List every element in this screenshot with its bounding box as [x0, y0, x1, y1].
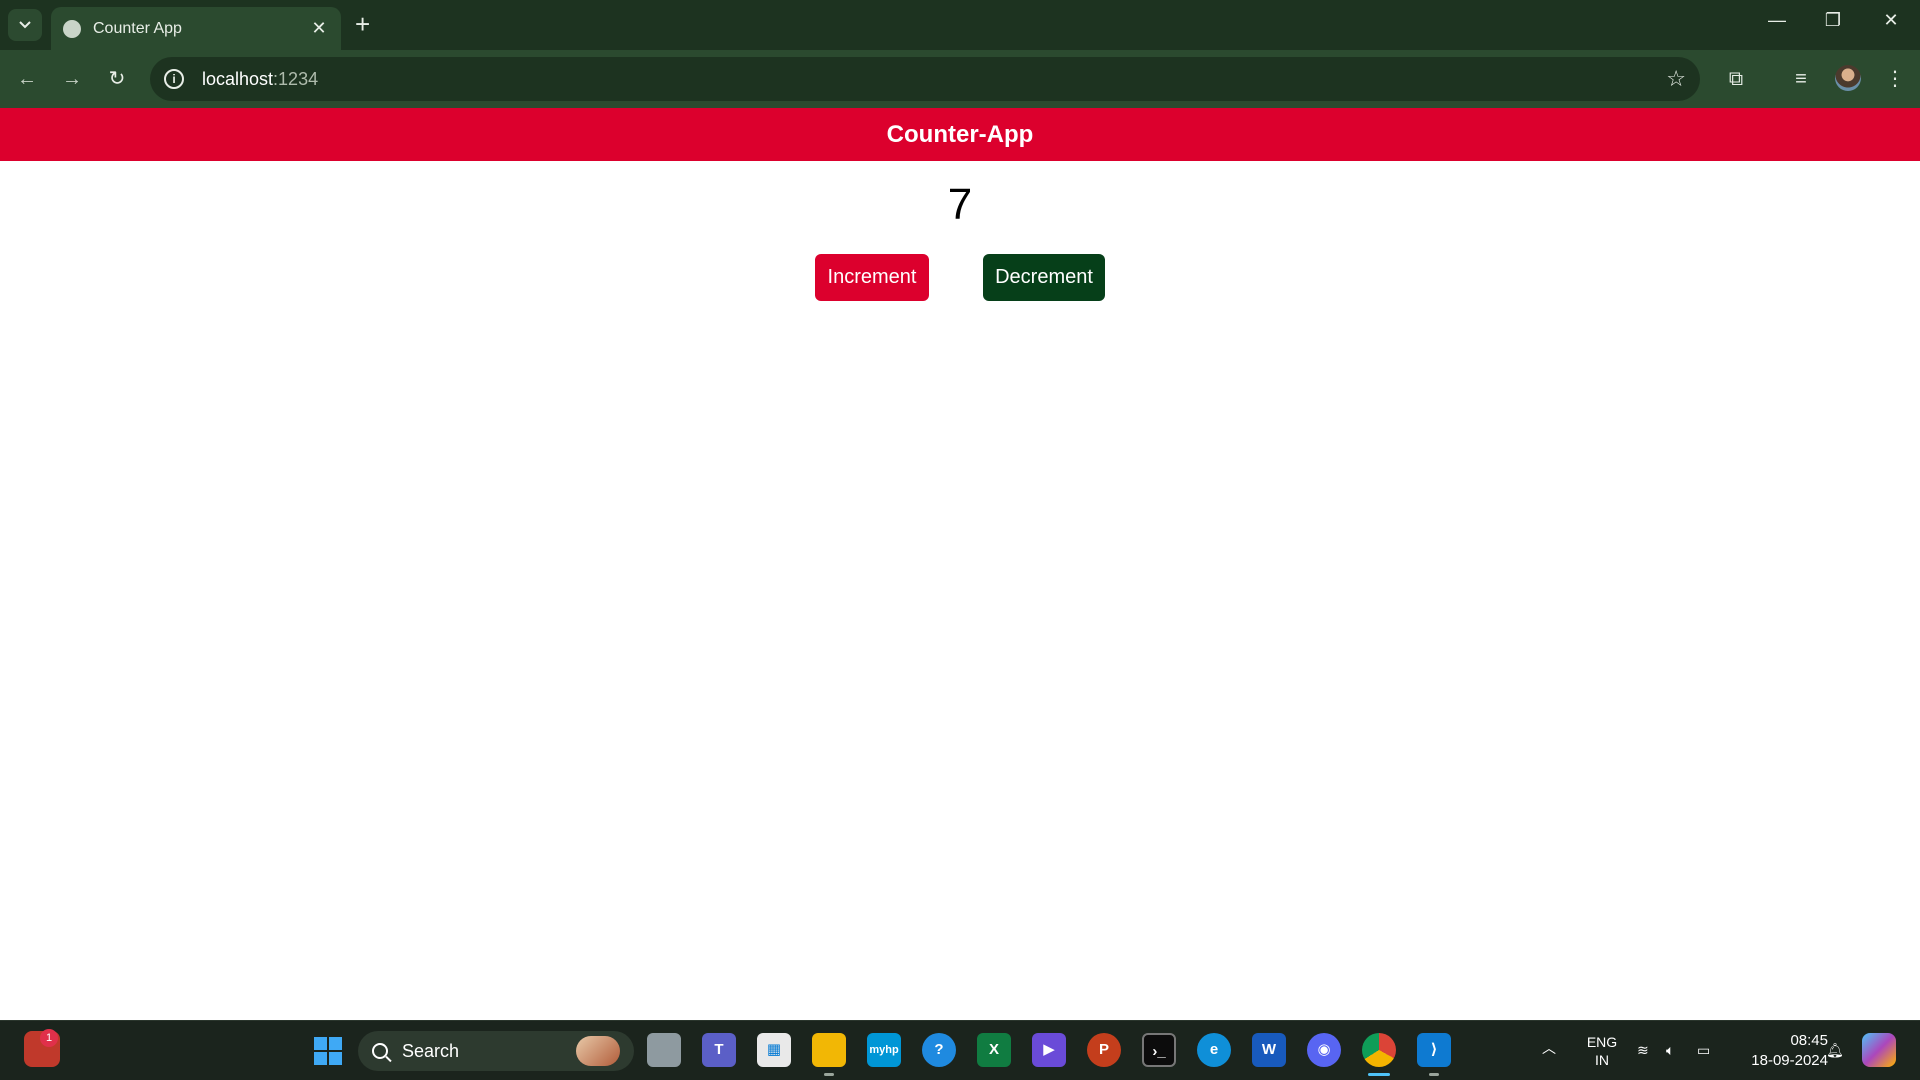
start-icon[interactable] [310, 1033, 344, 1067]
profile-avatar[interactable] [1835, 65, 1861, 91]
running-indicator-vscode [1429, 1073, 1439, 1076]
tab-search-button[interactable] [8, 9, 42, 41]
vscode-icon[interactable]: ⟩ [1417, 1033, 1451, 1067]
restore-icon[interactable]: ❐ [1818, 10, 1848, 31]
address-bar[interactable]: i localhost:1234 ☆ [150, 57, 1700, 101]
powerpoint-icon[interactable]: P [1087, 1033, 1121, 1067]
taskbar: 1 Search T ▦ myhp ? X ▶ P ›_ e W ◉ ⟩ ︿ E… [0, 1020, 1920, 1080]
discord-icon[interactable]: ◉ [1307, 1033, 1341, 1067]
search-icon [372, 1043, 388, 1059]
decrement-button[interactable]: Decrement [983, 254, 1105, 301]
clock-time: 08:45 [1790, 1032, 1828, 1049]
tab-strip: Counter App ✕ + — ❐ ✕ [0, 0, 1920, 50]
myhp-icon[interactable]: myhp [867, 1033, 901, 1067]
task-view-icon[interactable] [647, 1033, 681, 1067]
search-label: Search [402, 1040, 460, 1061]
store-icon[interactable]: ▦ [757, 1033, 791, 1067]
taskbar-search[interactable]: Search [358, 1031, 634, 1071]
increment-button[interactable]: Increment [815, 254, 929, 301]
url-port: :1234 [273, 68, 319, 89]
active-app-indicator [1368, 1073, 1390, 1076]
wifi-icon[interactable]: ≋ [1637, 1041, 1649, 1059]
tab-counter-app[interactable]: Counter App ✕ [51, 7, 341, 50]
window-close-icon[interactable]: ✕ [1876, 10, 1906, 31]
running-indicator [824, 1073, 834, 1076]
terminal-icon[interactable]: ›_ [1142, 1033, 1176, 1067]
site-info-icon[interactable]: i [164, 69, 184, 89]
teams-icon[interactable]: T [702, 1033, 736, 1067]
copilot-pre-icon[interactable] [1862, 1033, 1896, 1067]
extensions-icon[interactable]: ⧉ [1721, 64, 1751, 94]
lang-top: ENG [1586, 1034, 1618, 1050]
browser-chrome: Counter App ✕ + — ❐ ✕ ← → ↻ i localhost:… [0, 0, 1920, 108]
copilot-icon[interactable]: ▶ [1032, 1033, 1066, 1067]
help-icon[interactable]: ? [922, 1033, 956, 1067]
volume-icon[interactable]: 🔈︎ [1666, 1041, 1674, 1059]
menu-icon[interactable]: ⋮ [1880, 64, 1910, 94]
browser-toolbar: ← → ↻ i localhost:1234 ☆ ⧉ ≡ ⋮ [0, 50, 1920, 108]
edge-icon[interactable]: e [1197, 1033, 1231, 1067]
counter-value: 7 [947, 180, 973, 229]
word-icon[interactable]: W [1252, 1033, 1286, 1067]
back-icon[interactable]: ← [12, 64, 42, 94]
clock-date: 18-09-2024 [1751, 1052, 1828, 1069]
new-tab-button[interactable]: + [355, 11, 370, 37]
bell-icon[interactable]: 🔔︎ [1826, 1041, 1844, 1059]
lang-bottom: IN [1595, 1052, 1609, 1068]
chevron-down-icon [19, 21, 31, 29]
minimize-icon[interactable]: — [1762, 10, 1792, 31]
page-title: Counter-App [886, 120, 1034, 148]
chevron-up-icon[interactable]: ︿ [1542, 1039, 1556, 1057]
globe-icon [63, 19, 81, 38]
url-host: localhost [202, 68, 274, 89]
excel-icon[interactable]: X [977, 1033, 1011, 1067]
tab-title: Counter App [93, 19, 182, 37]
bookmark-star-icon[interactable]: ☆ [1666, 66, 1686, 92]
chrome-icon[interactable] [1362, 1033, 1396, 1067]
app-header: Counter-App [0, 108, 1920, 161]
close-icon[interactable]: ✕ [309, 18, 329, 39]
forward-icon[interactable]: → [57, 64, 87, 94]
search-highlight-image [576, 1036, 620, 1066]
windows-logo-icon [314, 1037, 342, 1065]
reload-icon[interactable]: ↻ [102, 64, 132, 94]
file-explorer-icon[interactable] [812, 1033, 846, 1067]
media-controls-icon[interactable]: ≡ [1786, 64, 1816, 94]
clock[interactable]: 08:45 18-09-2024 [1732, 1031, 1828, 1071]
notification-badge: 1 [40, 1029, 58, 1047]
battery-icon[interactable]: ▭ [1697, 1041, 1710, 1059]
language-indicator[interactable]: ENG IN [1584, 1033, 1620, 1069]
